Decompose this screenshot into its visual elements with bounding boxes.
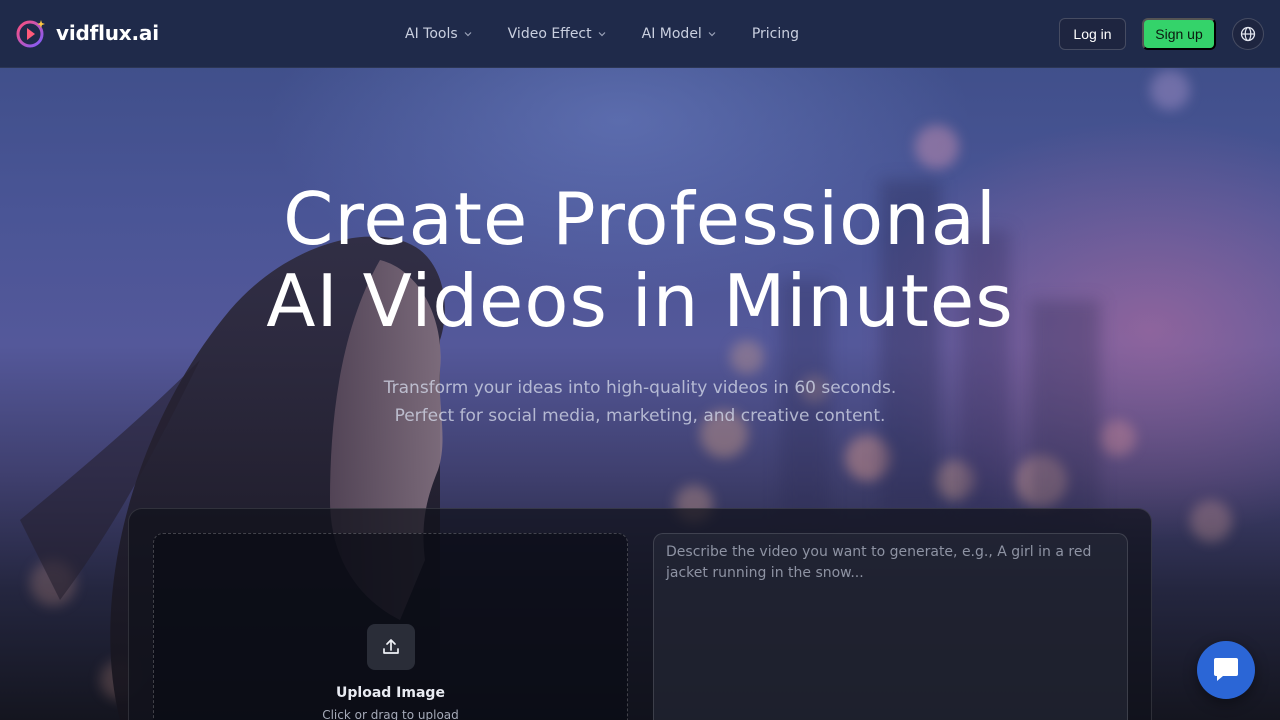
hero-title-line-2: AI Videos in Minutes — [266, 259, 1014, 343]
nav-ai-model[interactable]: AI Model — [642, 26, 716, 42]
nav-item-label: Video Effect — [507, 26, 592, 42]
chat-icon — [1214, 658, 1238, 681]
brand-link[interactable]: vidflux.ai — [16, 18, 159, 48]
chevron-down-icon — [464, 32, 472, 37]
main-nav: AI Tools Video Effect AI Model Pricing — [405, 0, 835, 68]
nav-ai-tools[interactable]: AI Tools — [405, 26, 472, 42]
image-upload-dropzone[interactable]: Upload Image Click or drag to upload — [153, 533, 628, 720]
upload-hint: Click or drag to upload — [322, 708, 459, 720]
signup-button[interactable]: Sign up — [1142, 18, 1216, 50]
hero-subtitle-line-2: Perfect for social media, marketing, and… — [394, 406, 886, 426]
video-generator-card: Upload Image Click or drag to upload — [128, 508, 1152, 720]
top-navbar: vidflux.ai AI Tools Video Effect AI Mode… — [0, 0, 1280, 68]
language-button[interactable] — [1232, 18, 1264, 50]
hero-title: Create Professional AI Videos in Minutes — [0, 178, 1280, 342]
nav-item-label: AI Tools — [405, 26, 458, 42]
upload-button[interactable] — [367, 624, 415, 670]
hero-subtitle-line-1: Transform your ideas into high-quality v… — [383, 378, 897, 398]
hero-subtitle: Transform your ideas into high-quality v… — [0, 374, 1280, 430]
brand-name: vidflux.ai — [56, 21, 159, 45]
globe-icon — [1240, 26, 1256, 42]
upload-title: Upload Image — [336, 685, 445, 701]
nav-item-label: Pricing — [751, 26, 800, 42]
play-sparkle-logo-icon — [16, 20, 45, 48]
chevron-down-icon — [708, 32, 716, 37]
nav-video-effect[interactable]: Video Effect — [508, 26, 606, 42]
hero-title-line-1: Create Professional — [283, 177, 997, 261]
video-prompt-input[interactable] — [653, 533, 1128, 720]
login-button[interactable]: Log in — [1059, 18, 1126, 50]
nav-item-label: AI Model — [641, 26, 702, 42]
nav-pricing[interactable]: Pricing — [752, 26, 799, 42]
chat-widget-button[interactable] — [1197, 641, 1255, 699]
upload-icon — [383, 639, 399, 654]
chevron-down-icon — [598, 32, 606, 37]
